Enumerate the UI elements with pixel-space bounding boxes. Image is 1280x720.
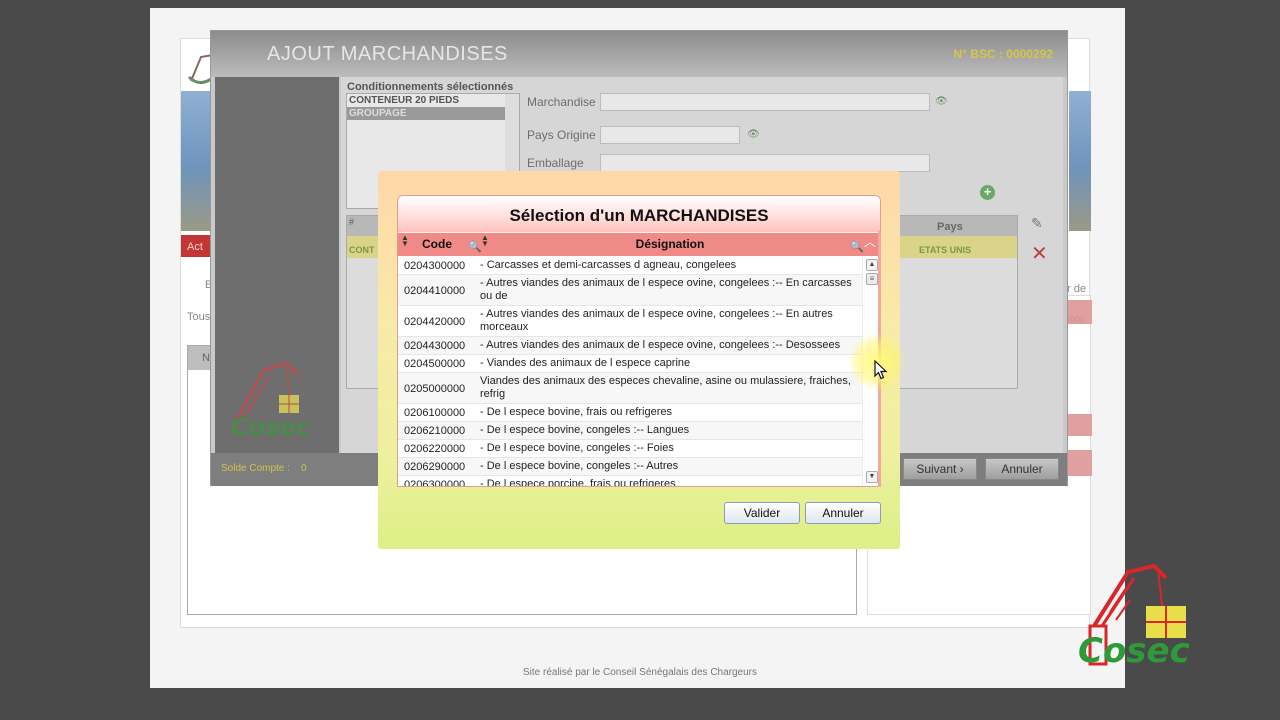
marchandise-input[interactable] bbox=[600, 93, 930, 111]
designation-filter-icon[interactable]: 🔍 bbox=[850, 240, 864, 253]
solde-compte-label: Solde Compte : bbox=[221, 463, 290, 474]
ajout-dialog-title: AJOUT MARCHANDISES bbox=[267, 43, 508, 65]
pays-origine-input[interactable] bbox=[600, 126, 740, 144]
row-designation: - Carcasses et demi-carcasses d agneau, … bbox=[480, 259, 737, 271]
right-fragment-0000: 0000 bbox=[1065, 315, 1086, 325]
selection-modal: Sélection d'un MARCHANDISES ▲ ▼ Code 🔍 ▲ ▼… bbox=[378, 171, 900, 549]
row-designation: - De l espece porcine, frais ou refriger… bbox=[480, 478, 676, 487]
row-designation: - Viandes des animaux de l espece caprin… bbox=[480, 357, 691, 369]
marchandise-lookup-icon[interactable]: 👁 bbox=[935, 96, 948, 107]
row-designation: - De l espece bovine, congeles :-- Autre… bbox=[480, 460, 679, 472]
row-code: 0204420000 bbox=[404, 315, 466, 328]
table-row[interactable]: 0206290000 - De l espece bovine, congeles… bbox=[398, 458, 862, 476]
cosec-watermark-text: Cosec bbox=[1078, 631, 1190, 671]
bg-right-redbox-3 bbox=[1068, 450, 1092, 476]
pays-header: Pays bbox=[937, 221, 963, 233]
left-fragment-n: N bbox=[202, 352, 210, 364]
row-code: 0206220000 bbox=[404, 443, 466, 455]
chevron-up-icon[interactable]: ︿ bbox=[864, 233, 876, 250]
annuler-button[interactable]: Annuler bbox=[805, 502, 881, 524]
mouse-cursor-icon bbox=[874, 360, 888, 380]
row-designation: Viandes des animaux des especes chevalin… bbox=[480, 375, 851, 400]
row-code: 0205000000 bbox=[404, 382, 466, 395]
cosec-logo-text: Cosec bbox=[231, 413, 310, 441]
left-fragment-act: Act bbox=[187, 241, 203, 253]
table-row[interactable]: 0204430000 - Autres viandes des animaux d… bbox=[398, 337, 862, 355]
left-fragment-tous: Tous bbox=[187, 311, 211, 323]
selection-rows[interactable]: 0204300000 - Carcasses et demi-carcasses … bbox=[398, 257, 862, 487]
cosec-logo-icon: Cosec bbox=[231, 361, 310, 441]
designation-column-header[interactable]: Désignation bbox=[478, 233, 862, 257]
row-code: 0206290000 bbox=[404, 461, 466, 473]
bsc-number: N° BSC : 0000292 bbox=[953, 47, 1053, 61]
row-designation: - De l espece bovine, congeles :-- Langu… bbox=[480, 424, 690, 436]
pays-lookup-icon[interactable]: 👁 bbox=[747, 129, 760, 140]
conditionnements-title: Conditionnements sélectionnés bbox=[347, 81, 514, 93]
annuler-background-button[interactable]: Annuler bbox=[985, 458, 1059, 480]
row-designation: - Autres viandes des animaux de l espece… bbox=[480, 339, 841, 351]
add-icon[interactable]: + bbox=[980, 185, 995, 200]
table-row[interactable]: 0206220000 - De l espece bovine, congeles… bbox=[398, 440, 862, 458]
emballage-label: Emballage bbox=[527, 156, 584, 170]
solde-compte-value: 0 bbox=[301, 463, 307, 474]
table-row[interactable]: 0204410000 - Autres viandes des animaux d… bbox=[398, 275, 862, 306]
table-row[interactable]: 0204500000 - Viandes des animaux de l esp… bbox=[398, 355, 862, 373]
cosec-watermark-logo-icon: Cosec bbox=[1078, 563, 1190, 671]
row-code: 0206300000 bbox=[404, 479, 466, 487]
banner-photo-right bbox=[1069, 91, 1091, 231]
row-code: 0204410000 bbox=[404, 284, 466, 297]
table-row[interactable]: 0206210000 - De l espece bovine, congeles… bbox=[398, 422, 862, 440]
row-code: 0204300000 bbox=[404, 260, 466, 272]
scroll-up-arrow-icon[interactable]: ▲ bbox=[866, 259, 878, 271]
pays-value: ETATS UNIS bbox=[919, 245, 972, 255]
code-column-header[interactable]: Code bbox=[398, 233, 476, 257]
row-code: 0206100000 bbox=[404, 407, 466, 419]
valider-button[interactable]: Valider bbox=[724, 502, 800, 524]
scroll-thumb[interactable]: ≡ bbox=[866, 273, 878, 285]
cond-item-selected[interactable]: GROUPAGE bbox=[347, 107, 519, 120]
grid-col-hash: # bbox=[349, 217, 355, 227]
marchandise-label: Marchandise bbox=[527, 95, 596, 109]
row-designation: - Autres viandes des animaux de l espece… bbox=[480, 308, 833, 333]
table-row[interactable]: 0204420000 - Autres viandes des animaux d… bbox=[398, 306, 862, 337]
ajout-dialog-sidebar: Cosec bbox=[215, 77, 339, 453]
banner-photo-left bbox=[181, 91, 213, 231]
ajout-dialog-header: AJOUT MARCHANDISES N° BSC : 0000292 bbox=[211, 31, 1067, 77]
delete-icon[interactable]: ✕ bbox=[1031, 241, 1048, 266]
selection-grid: Sélection d'un MARCHANDISES ▲ ▼ Code 🔍 ▲ ▼… bbox=[397, 195, 881, 487]
bg-right-redbox-2 bbox=[1068, 414, 1092, 436]
row-designation: - De l espece bovine, congeles :-- Foies bbox=[480, 442, 674, 454]
grid-row-fragment: CONT bbox=[349, 245, 375, 255]
suivant-button[interactable]: Suivant › bbox=[903, 458, 977, 480]
selection-title: Sélection d'un MARCHANDISES bbox=[398, 196, 880, 232]
pays-origine-label: Pays Origine bbox=[527, 128, 596, 142]
emballage-input[interactable] bbox=[600, 154, 930, 172]
row-designation: - De l espece bovine, frais ou refrigere… bbox=[480, 406, 672, 418]
row-designation: - Autres viandes des animaux de l espece… bbox=[480, 277, 852, 302]
table-row[interactable]: 0206300000 - De l espece porcine, frais o… bbox=[398, 476, 862, 487]
table-row[interactable]: 0204300000 - Carcasses et demi-carcasses … bbox=[398, 257, 862, 275]
grid-column-headers: ▲ ▼ Code 🔍 ▲ ▼ Désignation 🔍 ︿ bbox=[398, 232, 880, 256]
cond-item[interactable]: CONTENEUR 20 PIEDS bbox=[347, 94, 519, 107]
table-row[interactable]: 0206100000 - De l espece bovine, frais ou… bbox=[398, 404, 862, 422]
row-code: 0206210000 bbox=[404, 425, 466, 437]
scroll-down-arrow-icon[interactable]: ▼ bbox=[866, 471, 878, 483]
row-code: 0204430000 bbox=[404, 340, 466, 352]
row-code: 0204500000 bbox=[404, 358, 466, 370]
edit-icon[interactable]: ✎ bbox=[1031, 215, 1043, 232]
table-row[interactable]: 0205000000 Viandes des animaux des espece… bbox=[398, 373, 862, 404]
